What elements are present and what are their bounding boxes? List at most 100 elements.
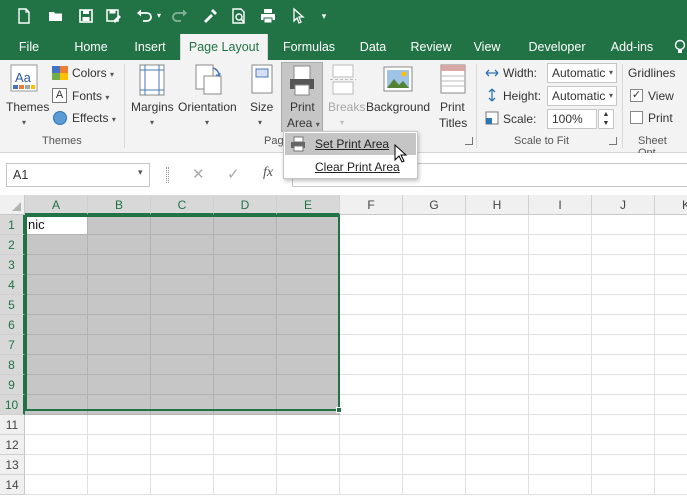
cell-h6[interactable] xyxy=(466,315,529,335)
cell-k10[interactable] xyxy=(655,395,687,415)
save-icon[interactable] xyxy=(76,6,96,26)
cell-i14[interactable] xyxy=(529,475,592,495)
tab-review[interactable]: Review xyxy=(404,34,458,60)
width-dropdown[interactable]: Automatic ▾ xyxy=(547,63,617,83)
pointer-icon[interactable] xyxy=(288,6,308,26)
cell-e1[interactable] xyxy=(277,215,340,235)
cell-j12[interactable] xyxy=(592,435,655,455)
cell-e11[interactable] xyxy=(277,415,340,435)
cell-g6[interactable] xyxy=(403,315,466,335)
fill-handle[interactable] xyxy=(336,407,342,413)
cell-h9[interactable] xyxy=(466,375,529,395)
cell-g1[interactable] xyxy=(403,215,466,235)
open-folder-icon[interactable] xyxy=(46,6,66,26)
cell-k1[interactable] xyxy=(655,215,687,235)
cell-k8[interactable] xyxy=(655,355,687,375)
cell-d4[interactable] xyxy=(214,275,277,295)
cell-k9[interactable] xyxy=(655,375,687,395)
cell-j4[interactable] xyxy=(592,275,655,295)
tab-add-ins[interactable]: Add-ins xyxy=(604,34,660,60)
cell-e8[interactable] xyxy=(277,355,340,375)
cell-d6[interactable] xyxy=(214,315,277,335)
cell-c5[interactable] xyxy=(151,295,214,315)
gridlines-print-checkbox[interactable] xyxy=(630,111,643,124)
cell-b6[interactable] xyxy=(88,315,151,335)
cell-d10[interactable] xyxy=(214,395,277,415)
cell-c7[interactable] xyxy=(151,335,214,355)
cell-h13[interactable] xyxy=(466,455,529,475)
cell-e2[interactable] xyxy=(277,235,340,255)
margins-dropdown-icon[interactable]: ▾ xyxy=(150,118,154,127)
cell-e7[interactable] xyxy=(277,335,340,355)
orientation-button[interactable]: Orientation xyxy=(178,100,237,114)
cell-j14[interactable] xyxy=(592,475,655,495)
cell-j1[interactable] xyxy=(592,215,655,235)
cell-i4[interactable] xyxy=(529,275,592,295)
insert-function-button[interactable]: fx xyxy=(263,165,273,181)
cell-b13[interactable] xyxy=(88,455,151,475)
cell-d11[interactable] xyxy=(214,415,277,435)
cell-c9[interactable] xyxy=(151,375,214,395)
cell-e5[interactable] xyxy=(277,295,340,315)
cell-a13[interactable] xyxy=(25,455,88,475)
cell-a8[interactable] xyxy=(25,355,88,375)
cell-i8[interactable] xyxy=(529,355,592,375)
tab-formulas[interactable]: Formulas xyxy=(276,34,342,60)
row-header-12[interactable]: 12 xyxy=(0,435,25,455)
cell-h4[interactable] xyxy=(466,275,529,295)
cell-c14[interactable] xyxy=(151,475,214,495)
height-dropdown[interactable]: Automatic ▾ xyxy=(547,86,617,106)
cell-f14[interactable] xyxy=(340,475,403,495)
cell-k14[interactable] xyxy=(655,475,687,495)
cell-c3[interactable] xyxy=(151,255,214,275)
print-titles-icon[interactable] xyxy=(439,64,467,96)
cell-c10[interactable] xyxy=(151,395,214,415)
cell-b4[interactable] xyxy=(88,275,151,295)
cell-c6[interactable] xyxy=(151,315,214,335)
cell-a14[interactable] xyxy=(25,475,88,495)
print-area-button[interactable]: Print Area ▾ xyxy=(281,62,323,132)
cell-f8[interactable] xyxy=(340,355,403,375)
cell-g8[interactable] xyxy=(403,355,466,375)
cell-a7[interactable] xyxy=(25,335,88,355)
cell-k2[interactable] xyxy=(655,235,687,255)
cell-k3[interactable] xyxy=(655,255,687,275)
orientation-icon[interactable] xyxy=(193,64,223,96)
tab-developer[interactable]: Developer xyxy=(524,34,590,60)
new-file-icon[interactable] xyxy=(14,6,34,26)
cell-h14[interactable] xyxy=(466,475,529,495)
cell-a9[interactable] xyxy=(25,375,88,395)
print-titles-label-line2[interactable]: Titles xyxy=(439,116,467,130)
cell-d7[interactable] xyxy=(214,335,277,355)
cell-a5[interactable] xyxy=(25,295,88,315)
breaks-icon[interactable] xyxy=(330,64,356,96)
tab-file[interactable]: File xyxy=(8,34,50,60)
cell-g7[interactable] xyxy=(403,335,466,355)
scale-spinner[interactable]: ▲ ▼ xyxy=(598,109,614,129)
cell-g9[interactable] xyxy=(403,375,466,395)
cell-a12[interactable] xyxy=(25,435,88,455)
cell-h1[interactable] xyxy=(466,215,529,235)
scale-input[interactable]: 100% xyxy=(547,109,597,129)
fonts-button[interactable]: Fonts ▾ xyxy=(72,89,109,103)
redo-icon[interactable] xyxy=(170,6,190,26)
cell-b3[interactable] xyxy=(88,255,151,275)
cell-h10[interactable] xyxy=(466,395,529,415)
cell-b9[interactable] xyxy=(88,375,151,395)
cell-i5[interactable] xyxy=(529,295,592,315)
row-header-8[interactable]: 8 xyxy=(0,355,25,375)
background-button[interactable]: Background xyxy=(366,100,430,114)
size-icon[interactable] xyxy=(250,64,274,96)
cell-b10[interactable] xyxy=(88,395,151,415)
tab-page-layout[interactable]: Page Layout xyxy=(180,34,268,60)
cell-d1[interactable] xyxy=(214,215,277,235)
print-titles-label-line1[interactable]: Print xyxy=(440,100,465,114)
cell-f7[interactable] xyxy=(340,335,403,355)
column-header-c[interactable]: C xyxy=(151,195,214,215)
cell-f4[interactable] xyxy=(340,275,403,295)
cell-h7[interactable] xyxy=(466,335,529,355)
margins-button[interactable]: Margins xyxy=(131,100,174,114)
tell-me-icon[interactable] xyxy=(672,34,687,60)
cell-d3[interactable] xyxy=(214,255,277,275)
cell-f3[interactable] xyxy=(340,255,403,275)
